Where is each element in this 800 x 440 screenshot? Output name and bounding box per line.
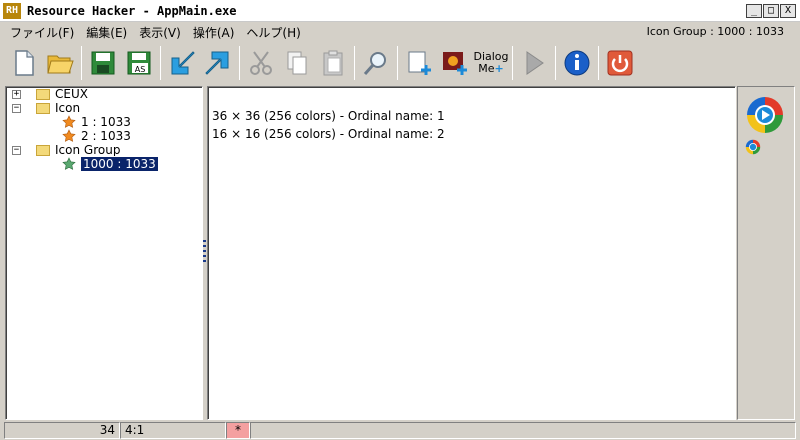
tree-node-icon[interactable]: Icon (36, 101, 80, 115)
new-file-icon (15, 50, 34, 76)
tree-node-label: 2 : 1033 (81, 129, 131, 143)
toolbar-separator (160, 46, 161, 80)
splitter-grip-icon (203, 240, 206, 262)
toolbar-separator (512, 46, 513, 80)
green-star-icon (62, 157, 76, 170)
cut-button[interactable] (243, 45, 279, 81)
collapse-toggle[interactable]: − (12, 104, 21, 113)
content-line: 36 × 36 (256 colors) - Ordinal name: 1 (212, 109, 445, 123)
icon-preview-pane (737, 86, 795, 420)
window-controls: _ □ X (746, 4, 796, 18)
orange-star-icon (62, 115, 76, 128)
export-button[interactable] (200, 45, 236, 81)
open-folder-icon (36, 144, 50, 156)
add-image-icon (443, 52, 467, 75)
export-arrow-icon (205, 51, 229, 75)
status-line-number: 34 (4, 422, 120, 439)
save-as-label: AS (135, 65, 146, 74)
paste-button[interactable] (315, 45, 351, 81)
toolbar-separator (81, 46, 82, 80)
window-title: Resource Hacker - AppMain.exe (27, 3, 237, 18)
close-button[interactable]: X (780, 4, 796, 18)
app-logo-icon: RH (3, 2, 21, 19)
info-icon (564, 50, 590, 76)
dialog-menu-label-2: Me+ (478, 62, 504, 75)
run-script-button[interactable] (516, 45, 552, 81)
add-plus-icon: + (494, 62, 504, 75)
scissors-icon (250, 51, 272, 75)
paste-icon (323, 50, 343, 76)
content-line: 16 × 16 (256 colors) - Ordinal name: 2 (212, 127, 445, 141)
minimize-button[interactable]: _ (746, 4, 762, 18)
folder-icon (36, 88, 50, 100)
save-as-button[interactable]: AS (121, 45, 157, 81)
menu-file[interactable]: ファイル(F) (0, 24, 80, 41)
tree-node-icon-2[interactable]: 2 : 1033 (62, 129, 131, 143)
tree-node-label: Icon (55, 101, 81, 115)
tree-node-icon-1[interactable]: 1 : 1033 (62, 115, 131, 129)
selected-resource-label: Icon Group : 1000 : 1033 (646, 25, 784, 38)
toolbar-separator (239, 46, 240, 80)
menu-view[interactable]: 表示(V) (133, 24, 187, 41)
tree-node-icon-group-1000[interactable]: 1000 : 1033 (62, 156, 159, 172)
tree-node-label: 1 : 1033 (81, 115, 131, 129)
orange-star-icon (62, 129, 76, 142)
add-image-button[interactable] (437, 45, 473, 81)
power-icon (607, 50, 633, 76)
tree-node-icon-group[interactable]: Icon Group (36, 143, 120, 157)
open-folder-icon (36, 102, 50, 114)
open-folder-button[interactable] (42, 45, 78, 81)
exit-button[interactable] (602, 45, 638, 81)
status-message (250, 422, 796, 439)
resource-content[interactable]: 36 × 36 (256 colors) - Ordinal name: 1 1… (207, 86, 736, 420)
menu-edit[interactable]: 編集(E) (80, 24, 133, 41)
title-bar: RH Resource Hacker - AppMain.exe _ □ X (0, 0, 800, 22)
magnifier-icon (363, 52, 386, 75)
menu-help[interactable]: ヘルプ(H) (240, 24, 306, 41)
import-button[interactable] (164, 45, 200, 81)
status-modified-indicator: * (226, 422, 250, 439)
save-as-icon: AS (127, 51, 151, 75)
pane-splitter[interactable] (203, 240, 206, 264)
status-cursor-position: 4:1 (120, 422, 226, 439)
tree-node-label: Icon Group (55, 143, 121, 157)
toolbar: AS Dialog Me+ (0, 42, 800, 84)
save-icon (91, 51, 115, 75)
copy-icon (287, 51, 307, 75)
tree-node-label-selected: 1000 : 1033 (80, 156, 159, 172)
add-blank-resource-icon (408, 51, 431, 75)
small-app-icon (745, 139, 761, 155)
add-resource-button[interactable] (401, 45, 437, 81)
collapse-toggle[interactable]: − (12, 146, 21, 155)
menu-bar: ファイル(F) 編集(E) 表示(V) 操作(A) ヘルプ(H) Icon Gr… (0, 22, 800, 42)
toolbar-separator (598, 46, 599, 80)
copy-button[interactable] (279, 45, 315, 81)
info-button[interactable] (559, 45, 595, 81)
tree-node-label: CEUX (55, 87, 88, 101)
expand-toggle[interactable]: + (12, 90, 21, 99)
tree-node-ceux[interactable]: CEUX (36, 87, 88, 101)
status-bar: 34 4:1 * (0, 421, 800, 440)
large-app-icon (747, 97, 783, 133)
import-arrow-icon (171, 51, 195, 75)
find-button[interactable] (358, 45, 394, 81)
play-icon (526, 51, 544, 75)
save-button[interactable] (85, 45, 121, 81)
resource-tree[interactable]: + CEUX − Icon 1 : 1033 2 : 1033 − Icon G… (5, 86, 203, 420)
toolbar-separator (555, 46, 556, 80)
dialog-menu-button[interactable]: Dialog Me+ (473, 45, 509, 81)
toolbar-separator (397, 46, 398, 80)
menu-action[interactable]: 操作(A) (187, 24, 241, 41)
maximize-button[interactable]: □ (763, 4, 779, 18)
open-folder-icon (47, 55, 74, 74)
new-file-button[interactable] (6, 45, 42, 81)
toolbar-separator (354, 46, 355, 80)
